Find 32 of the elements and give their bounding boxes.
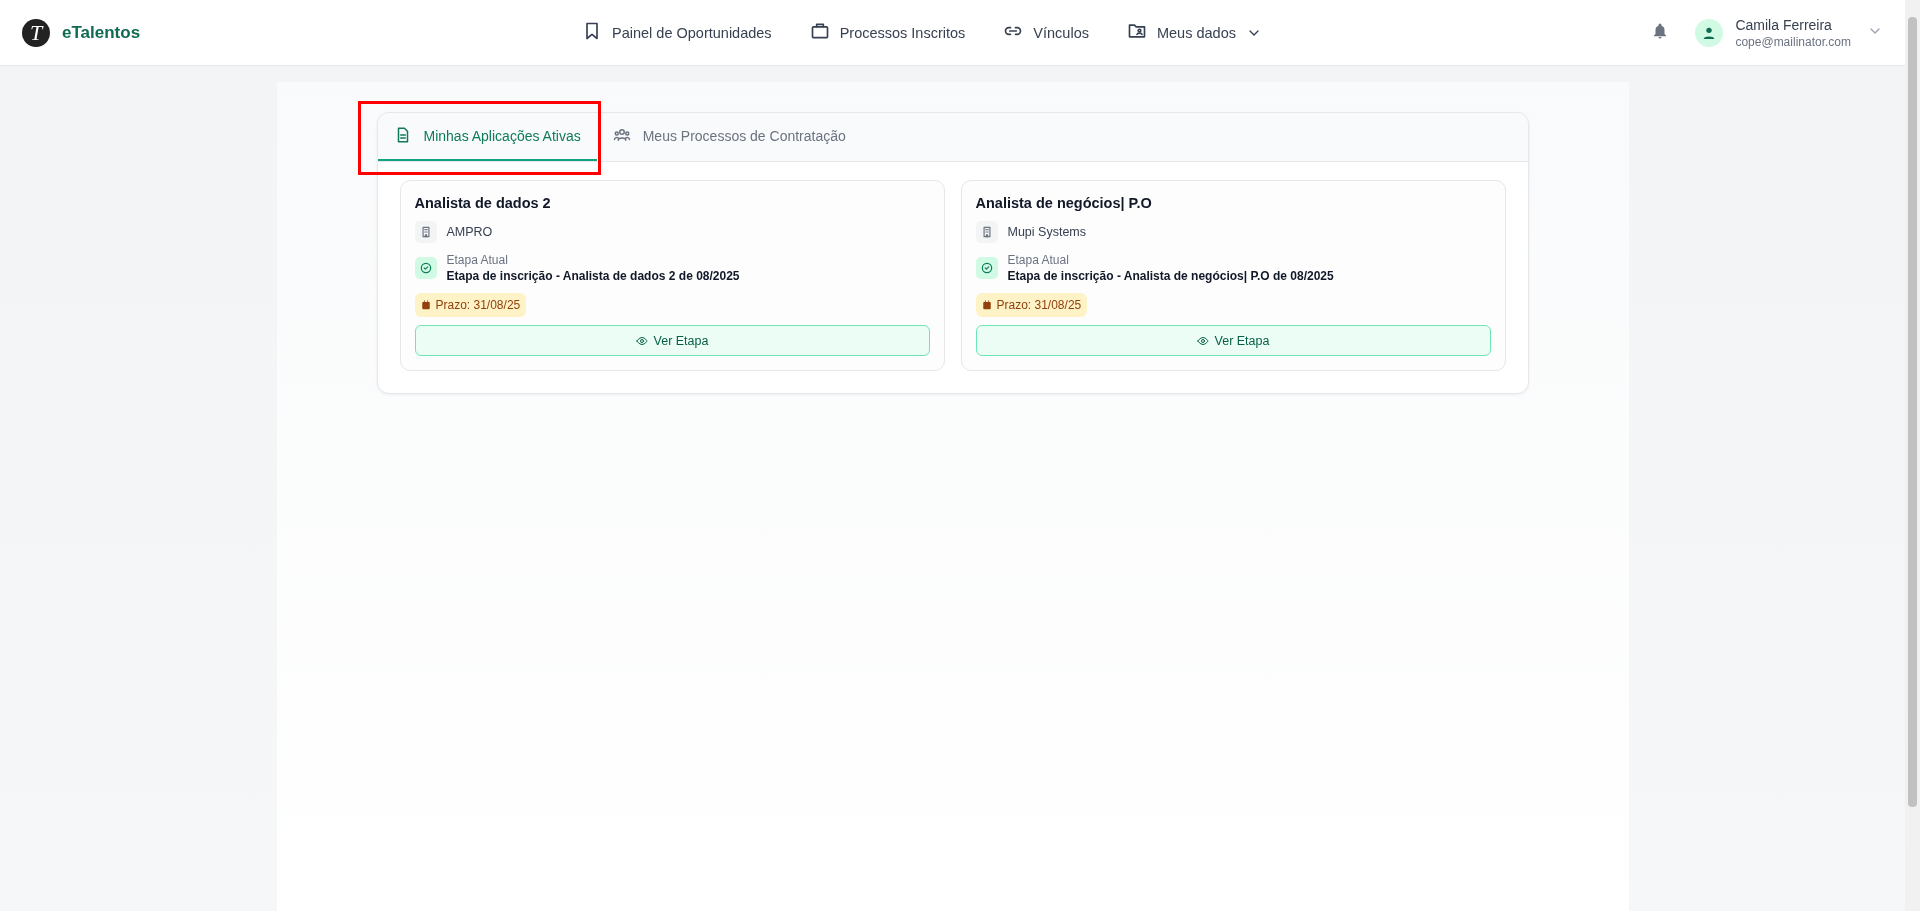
deadline-badge: Prazo: 31/08/25 [414,293,527,317]
avatar[interactable] [1695,18,1724,47]
stage-label: Etapa Atual [446,253,509,267]
company-name: Mupi Systems [1007,225,1086,239]
folder-user-icon [1126,21,1147,41]
company-name: AMPRO [446,225,493,239]
tab[interactable]: Minhas Aplicações Ativas [377,113,597,161]
check-circle-icon [418,261,433,275]
nav-link[interactable]: Vínculos [1003,21,1089,44]
briefcase-icon [809,21,830,41]
user-name: Camila Ferreira [1735,16,1833,33]
nav-link[interactable]: Painel de Oportunidades [582,21,772,44]
check-circle-icon [979,261,994,275]
nav-link[interactable]: Processos Inscritos [809,21,966,44]
eye-icon [1196,334,1209,347]
scrollbar[interactable] [1905,0,1920,911]
stage-value: Etapa de inscrição - Analista de negócios| P.O de 08/2025 [1007,269,1334,283]
user-email: cope@mailinator.com [1735,34,1851,49]
logo-icon: T [22,18,50,47]
nav-link[interactable]: Meus dados [1126,21,1236,44]
stage-label: Etapa Atual [1007,253,1070,267]
job-title: Analista de dados 2 [414,195,552,211]
calendar-icon [981,300,992,310]
deadline-badge: Prazo: 31/08/25 [975,293,1088,317]
calendar-icon [420,300,431,310]
brand-name: eTalentos [62,22,141,43]
view-stage-button[interactable]: Ver Etapa [414,325,930,356]
tab[interactable]: Meus Processos de Contratação [596,113,862,161]
view-stage-button[interactable]: Ver Etapa [975,325,1491,356]
stage-value: Etapa de inscrição - Analista de dados 2 de 08/2025 [446,269,740,283]
eye-icon [635,334,648,347]
job-title: Analista de negócios| P.O [975,195,1153,211]
